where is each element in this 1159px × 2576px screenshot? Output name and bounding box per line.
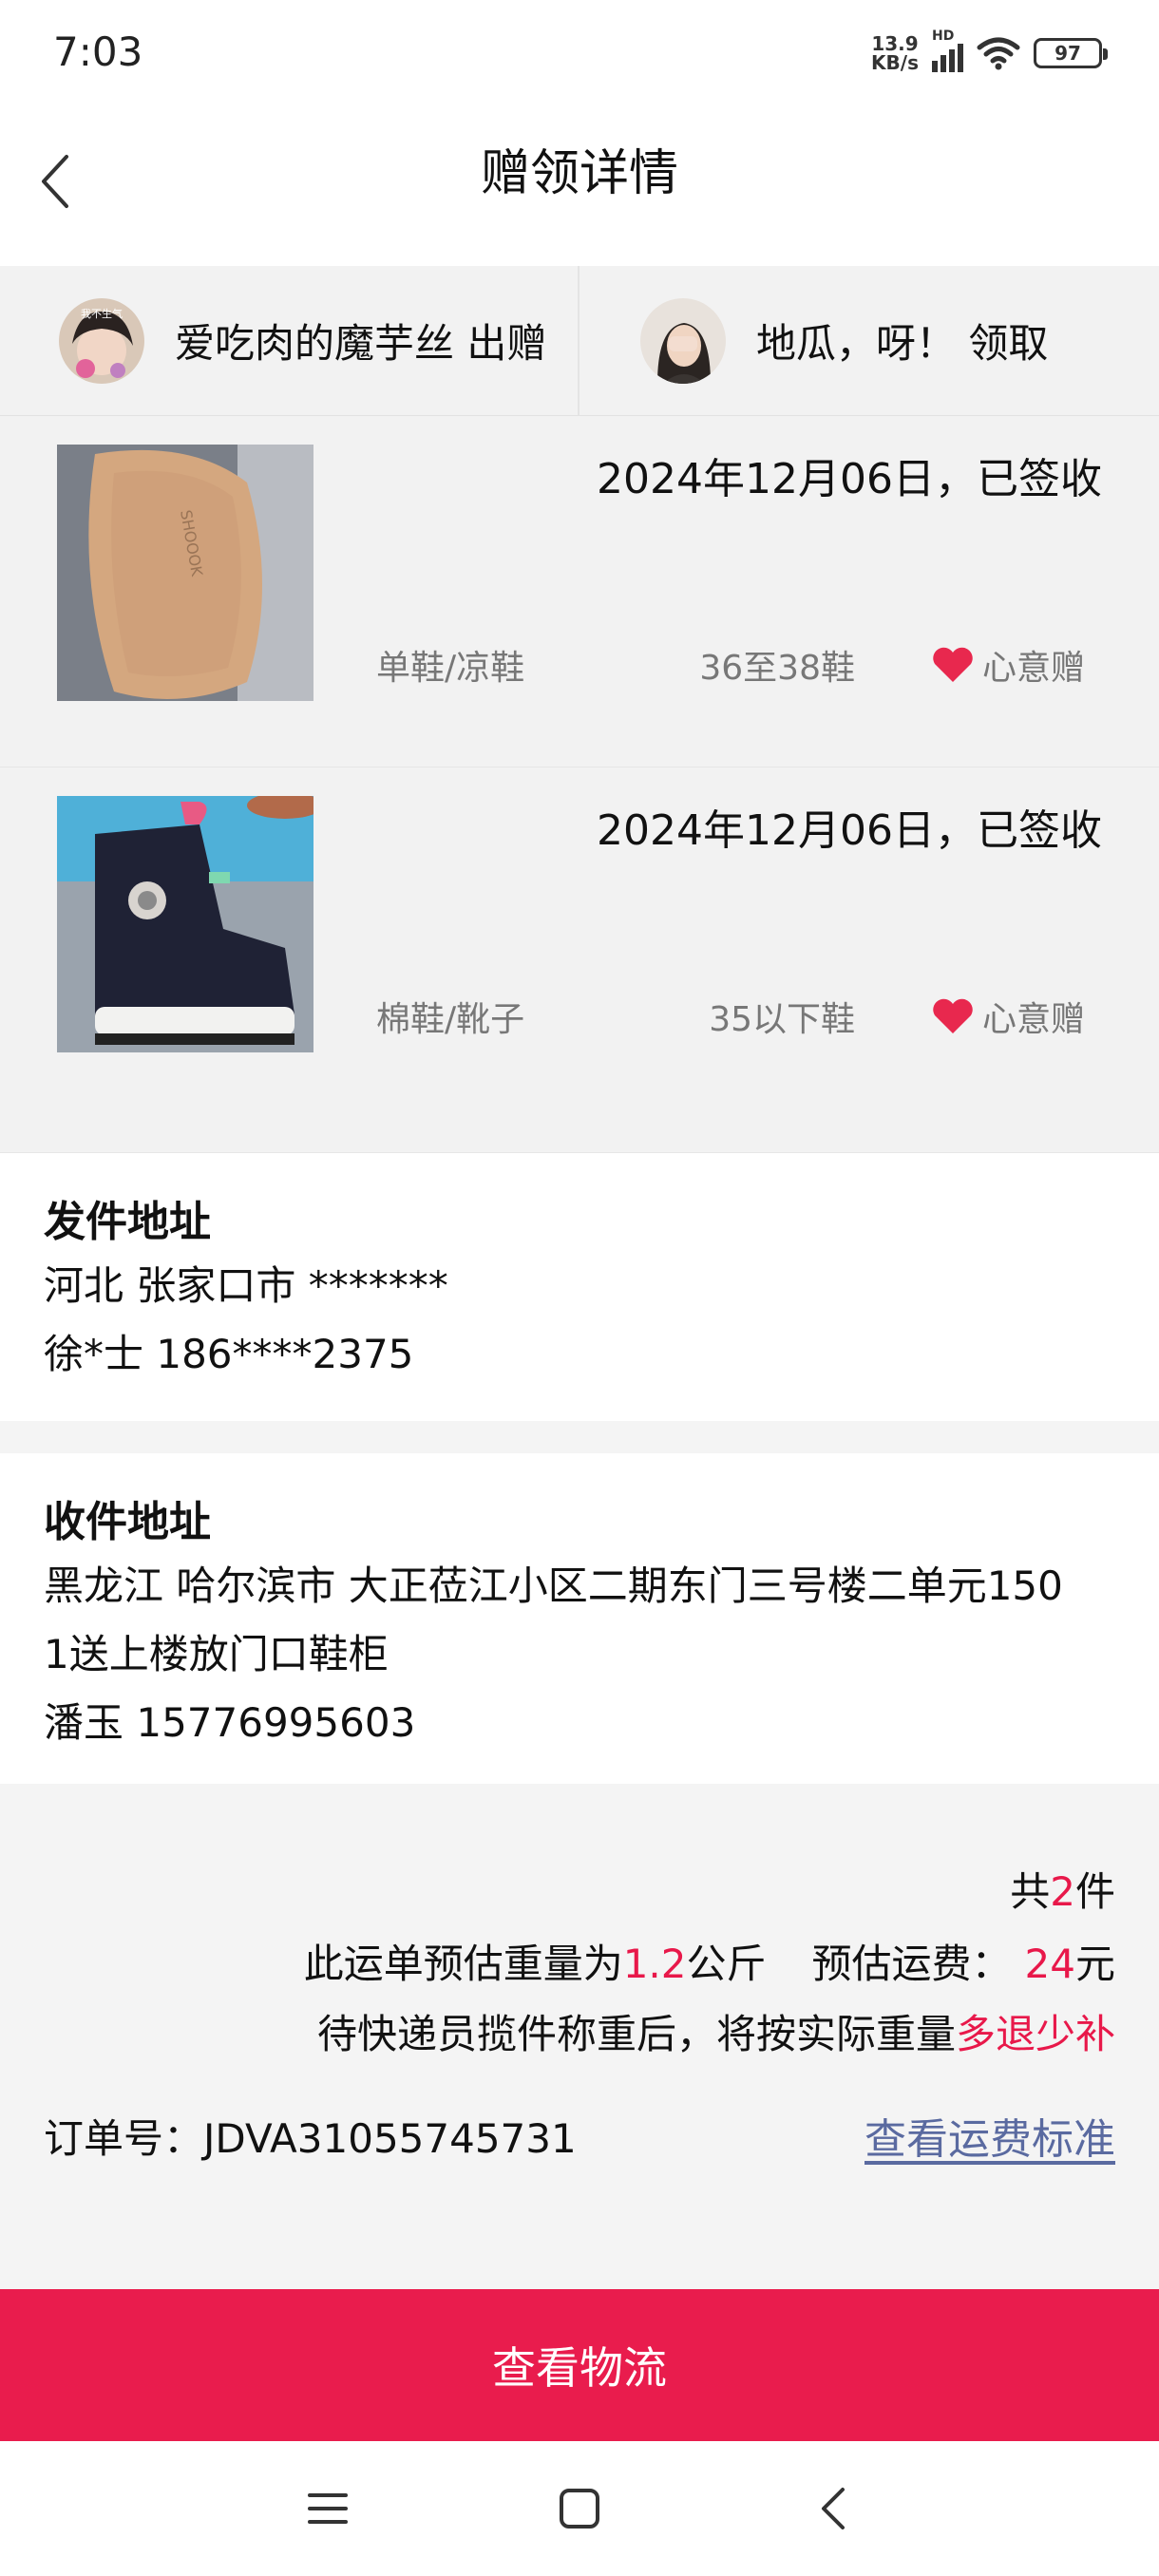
view-logistics-button[interactable]: 查看物流 [0,2289,1159,2441]
item-date-status: 2024年12月06日，已签收 [597,455,1102,503]
back-arrow-icon [822,2488,845,2529]
giver-name: 爱吃肉的魔芋丝 出赠 [175,320,547,367]
wifi-icon [977,37,1020,70]
network-speed: 13.9 KB/s [871,34,919,72]
home-square-icon [560,2489,599,2529]
gift-item-card[interactable]: SHOOOK 2024年12月06日，已签收 单鞋/凉鞋 36至38鞋 心意赠 [0,416,1159,767]
parties-row: 我不生气 爱吃肉的魔芋丝 出赠 地瓜，呀！ 领取 [0,266,1159,416]
item-category: 单鞋/凉鞋 [376,649,525,688]
battery-level: 97 [1054,42,1081,65]
weight-adjust-note: 待快递员揽件称重后，将按实际重量多退少补 [316,2011,1115,2057]
sender-address: 河北 张家口市 ******* [44,1262,448,1309]
status-icons: 13.9 KB/s HD 97 [871,28,1108,72]
item-photo [57,796,314,1052]
item-photo: SHOOOK [57,445,314,701]
item-tag-label: 心意赠 [982,649,1086,688]
item-tag-label: 心意赠 [982,1000,1086,1039]
sender-address-title: 发件地址 [44,1198,211,1246]
home-nav-button[interactable] [546,2475,613,2542]
back-nav-button[interactable] [800,2475,866,2542]
sender-address-section: 发件地址 河北 张家口市 ******* 徐*士 186****2375 [0,1153,1159,1421]
cellular-signal-icon: HD [932,28,963,72]
network-type-label: HD [932,28,955,44]
sender-contact: 徐*士 186****2375 [44,1331,414,1377]
heart-icon [933,647,973,682]
giver-avatar-sticker: 我不生气 [81,307,123,320]
receiver-address-section: 收件地址 黑龙江 哈尔滨市 大正莅江小区二期东门三号楼二单元150 1送上楼放门… [0,1453,1159,1784]
order-number-value: JDVA31055745731 [203,2115,577,2162]
item-tag: 心意赠 [931,992,1085,1041]
gift-item-card[interactable]: 2024年12月06日，已签收 棉鞋/靴子 35以下鞋 心意赠 [0,767,1159,1153]
receiver-address-line1: 黑龙江 哈尔滨市 大正莅江小区二期东门三号楼二单元150 [44,1563,1063,1609]
status-time: 7:03 [53,28,143,75]
item-tag: 心意赠 [931,640,1085,690]
item-count: 共2件 [1010,1868,1115,1915]
system-nav-bar [0,2441,1159,2576]
giver-avatar: 我不生气 [59,297,144,384]
network-speed-unit: KB/s [871,51,919,74]
order-number: 订单号：JDVA31055745731 [44,2115,577,2162]
page-title: 赠领详情 [480,145,678,202]
weight-fee-line: 此运单预估重量为1.2公斤 预估运费： 24元 [303,1941,1115,1987]
receiver-address-line2: 1送上楼放门口鞋柜 [44,1631,389,1677]
estimated-fee: 24 [1024,1941,1075,1987]
receiver-party[interactable]: 地瓜，呀！ 领取 [580,266,1159,415]
receiver-contact: 潘玉 15776995603 [44,1699,416,1746]
item-size: 36至38鞋 [699,649,855,688]
header: 赠领详情 [0,112,1159,266]
item-count-value: 2 [1050,1868,1075,1915]
item-size: 35以下鞋 [709,1000,855,1039]
menu-icon [308,2493,348,2524]
gift-detail-page: 7:03 13.9 KB/s HD 97 赠领详情 我不生气 爱吃肉的魔芋丝 出… [0,0,1159,2576]
receiver-avatar [640,297,726,384]
network-speed-value: 13.9 [871,32,919,55]
estimated-weight: 1.2 [622,1941,687,1987]
giver-party[interactable]: 我不生气 爱吃肉的魔芋丝 出赠 [0,266,580,415]
item-date-status: 2024年12月06日，已签收 [597,806,1102,855]
fee-standard-link[interactable]: 查看运费标准 [864,2105,1115,2166]
heart-icon [933,998,973,1033]
status-bar: 7:03 13.9 KB/s HD 97 [0,0,1159,112]
receiver-name: 地瓜，呀！ 领取 [756,320,1049,367]
receiver-address-title: 收件地址 [44,1498,211,1546]
item-category: 棉鞋/靴子 [376,1000,525,1039]
menu-nav-button[interactable] [294,2475,361,2542]
battery-icon: 97 [1034,38,1108,68]
